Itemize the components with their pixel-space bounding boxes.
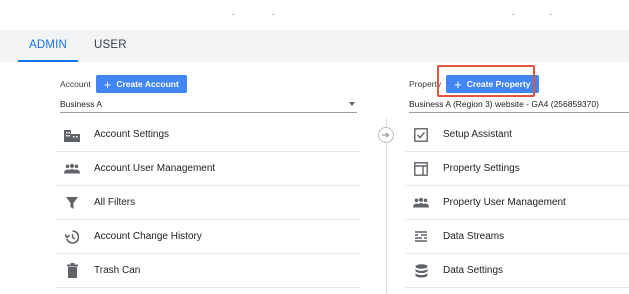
setup-assistant-item[interactable]: Setup Assistant [405,118,629,152]
data-streams-label: Data Streams [443,231,505,242]
account-header: Account + Create Account [60,73,187,95]
account-label: Account [60,79,91,89]
account-user-management-item[interactable]: Account User Management [56,152,360,186]
analytics-admin-page: ADMIN USER Account + Create Account Busi… [0,0,629,294]
trash-can-item[interactable]: Trash Can [56,254,360,288]
top-edge-fragment [512,14,515,15]
people-icon [64,161,80,177]
arrow-right-icon [378,127,394,143]
create-property-highlight [437,65,535,97]
layout-icon [413,161,429,177]
admin-tab-bar: ADMIN USER [0,30,629,62]
database-icon [413,263,429,279]
account-user-management-label: Account User Management [94,163,216,174]
account-settings-label: Account Settings [94,129,170,140]
property-selected-value: Business A (Region 3) website - GA4 (256… [409,99,599,109]
create-account-button[interactable]: + Create Account [95,75,187,93]
setup-assistant-label: Setup Assistant [443,129,512,140]
people-icon [413,195,429,211]
filter-icon [64,195,80,211]
top-edge-fragments [0,0,629,30]
data-settings-label: Data Settings [443,265,504,276]
property-settings-label: Property Settings [443,163,520,174]
property-user-management-item[interactable]: Property User Management [405,186,629,220]
checkbox-icon [413,127,429,143]
account-selector[interactable]: Business A [60,97,357,113]
tab-admin[interactable]: ADMIN [18,30,78,62]
streams-icon [413,229,429,245]
plus-icon: + [103,76,112,92]
dropdown-caret-icon [349,102,355,106]
top-edge-fragment [272,14,275,15]
trash-can-label: Trash Can [94,265,141,276]
data-streams-item[interactable]: Data Streams [405,220,629,254]
data-settings-item[interactable]: Data Settings [405,254,629,288]
account-change-history-label: Account Change History [94,231,202,242]
trash-icon [64,263,80,279]
history-icon [64,229,80,245]
all-filters-label: All Filters [94,197,136,208]
top-edge-fragment [232,14,235,15]
account-selected-value: Business A [60,99,103,109]
account-change-history-item[interactable]: Account Change History [56,220,360,254]
column-divider [386,118,387,294]
account-menu: Account Settings Account User Management… [56,118,360,288]
create-account-label: Create Account [116,79,179,89]
account-settings-item[interactable]: Account Settings [56,118,360,152]
property-settings-item[interactable]: Property Settings [405,152,629,186]
building-icon [64,127,80,143]
tab-user[interactable]: USER [94,30,127,62]
property-selector[interactable]: Business A (Region 3) website - GA4 (256… [409,97,629,113]
property-user-management-label: Property User Management [443,197,566,208]
top-edge-fragment [549,14,552,15]
all-filters-item[interactable]: All Filters [56,186,360,220]
property-menu: Setup Assistant Property Settings Proper… [405,118,629,288]
